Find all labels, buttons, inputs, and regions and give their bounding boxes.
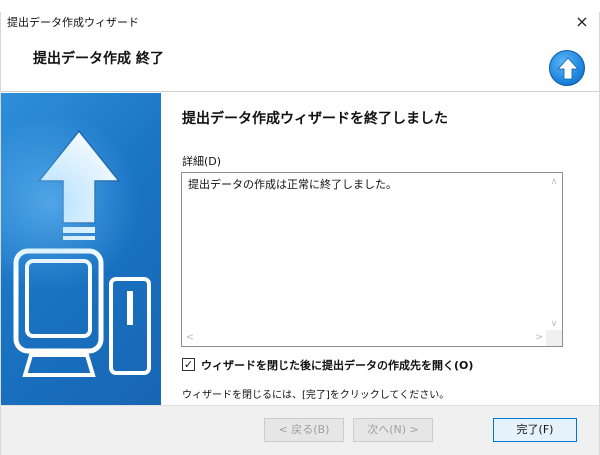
window-title: 提出データ作成ウィザード — [7, 16, 139, 29]
button-bar: < 戻る(B) 次へ(N) > 完了(F) — [1, 405, 599, 455]
scroll-right-icon[interactable]: > — [531, 330, 547, 346]
upload-arrow-icon — [549, 50, 585, 86]
close-hint-text: ウィザードを閉じるには、[完了]をクリックしてください。 — [182, 390, 450, 401]
detail-text: 提出データの作成は正常に終了しました。 — [188, 178, 397, 191]
vertical-scrollbar[interactable]: ∧ ∨ — [546, 173, 562, 331]
next-button[interactable]: 次へ(N) > — [353, 418, 433, 442]
open-destination-label[interactable]: ウィザードを閉じた後に提出データの作成先を開く(O) — [201, 357, 473, 373]
scroll-down-icon[interactable]: ∨ — [546, 317, 562, 331]
scroll-up-icon[interactable]: ∧ — [546, 175, 562, 189]
open-destination-checkbox[interactable]: ✓ — [182, 358, 195, 371]
detail-textbox[interactable]: 提出データの作成は正常に終了しました。 ∧ ∨ < > — [181, 172, 563, 347]
finish-button[interactable]: 完了(F) — [493, 418, 577, 442]
wizard-window: 提出データ作成ウィザード × 提出データ作成 終了 提出データ作成ウィザードを終… — [0, 12, 600, 455]
wizard-header: 提出データ作成 終了 — [1, 36, 599, 92]
scroll-left-icon[interactable]: < — [182, 330, 198, 346]
back-button[interactable]: < 戻る(B) — [264, 418, 344, 442]
header-title: 提出データ作成 終了 — [33, 51, 164, 67]
title-bar: 提出データ作成ウィザード × — [1, 12, 599, 36]
horizontal-scrollbar[interactable]: < > — [182, 330, 547, 346]
detail-label: 詳細(D) — [182, 155, 222, 168]
scrollbar-corner — [546, 330, 562, 346]
wizard-sidebar-graphic — [1, 93, 161, 405]
close-button[interactable]: × — [573, 13, 591, 31]
wizard-content: 提出データ作成ウィザードを終了しました 詳細(D) 提出データの作成は正常に終了… — [179, 93, 579, 405]
completion-title: 提出データ作成ウィザードを終了しました — [182, 111, 448, 127]
wizard-body: 提出データ作成ウィザードを終了しました 詳細(D) 提出データの作成は正常に終了… — [1, 93, 599, 405]
